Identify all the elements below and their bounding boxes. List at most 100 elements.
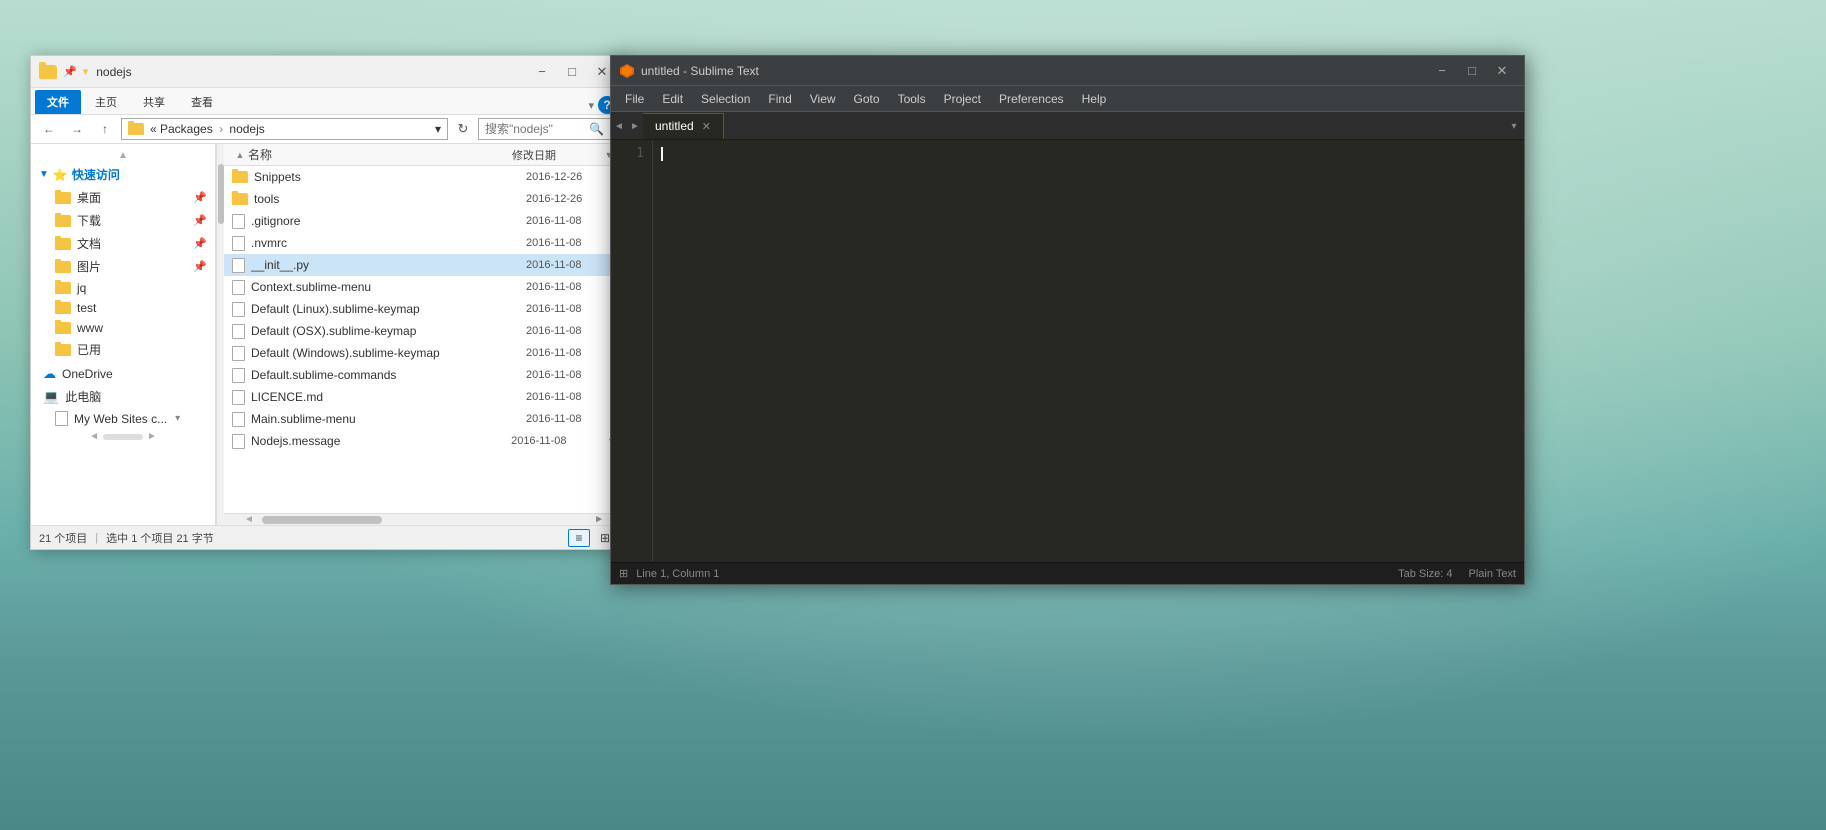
folder-icon <box>55 261 71 273</box>
tab-close-button[interactable]: ✕ <box>702 120 711 133</box>
file-name: Nodejs.message <box>251 434 505 448</box>
column-name[interactable]: 名称 <box>248 146 512 163</box>
tab-file[interactable]: 文件 <box>35 90 81 114</box>
file-icon <box>55 411 68 426</box>
minimize-button[interactable]: − <box>528 62 556 82</box>
search-icon[interactable]: 🔍 <box>589 122 604 136</box>
file-row-tools[interactable]: tools 2016-12-26 <box>224 188 624 210</box>
sidebar-item-jq[interactable]: jq <box>31 278 215 298</box>
status-position[interactable]: Line 1, Column 1 <box>636 568 719 580</box>
scroll-left-icon[interactable]: ◄ <box>89 431 99 443</box>
file-row-osx-keymap[interactable]: Default (OSX).sublime-keymap 2016-11-08 <box>224 320 624 342</box>
sublime-close-button[interactable]: ✕ <box>1488 61 1516 81</box>
file-date: 2016-11-08 <box>526 237 616 249</box>
tab-dropdown[interactable]: ▾ <box>1504 113 1524 139</box>
sidebar-item-documents[interactable]: 文档 📌 <box>31 232 215 255</box>
sidebar-item-www[interactable]: www <box>31 318 215 338</box>
sublime-tabbar: ◄ ► untitled ✕ ▾ <box>611 112 1524 140</box>
horizontal-scrollbar: ◄ ► <box>224 513 624 525</box>
sidebar-scroll-arrows: ◄ ► <box>31 429 215 445</box>
computer-icon: 💻 <box>43 389 59 405</box>
sidebar-quick-access-header[interactable]: ▼ ⭐ 快速访问 <box>31 163 215 186</box>
file-row-licence[interactable]: LICENCE.md 2016-11-08 <box>224 386 624 408</box>
text-cursor <box>661 147 663 161</box>
sidebar-scrollbar <box>216 144 224 525</box>
tab-nav-right[interactable]: ► <box>627 113 643 139</box>
menu-edit[interactable]: Edit <box>654 90 691 108</box>
address-path[interactable]: « Packages › nodejs ▾ <box>121 118 448 140</box>
file-icon <box>232 214 245 229</box>
menu-file[interactable]: File <box>617 90 652 108</box>
file-row-linux-keymap[interactable]: Default (Linux).sublime-keymap 2016-11-0… <box>224 298 624 320</box>
sidebar-item-this-pc[interactable]: 💻 此电脑 <box>31 385 215 408</box>
search-input[interactable] <box>485 122 585 136</box>
sidebar-item-used[interactable]: 已用 <box>31 338 215 361</box>
scroll-right-icon[interactable]: ► <box>147 431 157 443</box>
column-date[interactable]: 修改日期 <box>512 147 602 163</box>
editor-content[interactable] <box>653 140 1524 562</box>
hscroll-thumb[interactable] <box>262 516 382 524</box>
chevron-down-icon[interactable]: ▾ <box>588 99 594 112</box>
file-row-snippets[interactable]: Snippets 2016-12-26 <box>224 166 624 188</box>
menu-help[interactable]: Help <box>1074 90 1115 108</box>
maximize-button[interactable]: □ <box>558 62 586 82</box>
pin-icon: 📌 <box>193 260 207 273</box>
view-list-button[interactable]: ≡ <box>568 529 590 547</box>
file-row-commands[interactable]: Default.sublime-commands 2016-11-08 <box>224 364 624 386</box>
file-row-nvmrc[interactable]: .nvmrc 2016-11-08 <box>224 232 624 254</box>
file-date: 2016-12-26 <box>526 193 616 205</box>
file-row-windows-keymap[interactable]: Default (Windows).sublime-keymap 2016-11… <box>224 342 624 364</box>
file-date: 2016-11-08 <box>511 435 601 447</box>
up-button[interactable]: ↑ <box>93 118 117 140</box>
tab-untitled[interactable]: untitled ✕ <box>643 113 724 139</box>
file-row-main-menu[interactable]: Main.sublime-menu 2016-11-08 <box>224 408 624 430</box>
sublime-statusbar: ⊞ Line 1, Column 1 Tab Size: 4 Plain Tex… <box>611 562 1524 584</box>
file-name: Default (Windows).sublime-keymap <box>251 346 520 360</box>
scrollbar-thumb[interactable] <box>218 164 224 224</box>
file-list-header: ▲ 名称 修改日期 ▼ <box>224 144 624 166</box>
address-bar: ← → ↑ « Packages › nodejs ▾ ↻ 🔍 <box>31 115 624 144</box>
menu-preferences[interactable]: Preferences <box>991 90 1072 108</box>
sublime-app-icon <box>619 63 635 79</box>
sidebar-item-onedrive[interactable]: ☁ OneDrive <box>31 363 215 385</box>
sublime-maximize-button[interactable]: □ <box>1458 61 1486 81</box>
menu-find[interactable]: Find <box>760 90 799 108</box>
back-button[interactable]: ← <box>37 118 61 140</box>
tab-share[interactable]: 共享 <box>131 90 177 114</box>
this-pc-label: 此电脑 <box>65 388 101 405</box>
status-item-count: 21 个项目 <box>39 530 87 546</box>
sidebar-item-downloads[interactable]: 下载 📌 <box>31 209 215 232</box>
scroll-left-icon[interactable]: ◄ <box>244 514 254 525</box>
scroll-right-icon[interactable]: ► <box>594 514 604 525</box>
file-name: Default (OSX).sublime-keymap <box>251 324 520 338</box>
menu-tools[interactable]: Tools <box>890 90 934 108</box>
sidebar-item-desktop[interactable]: 桌面 📌 <box>31 186 215 209</box>
sidebar-item-test[interactable]: test <box>31 298 215 318</box>
sidebar-quick-access: ▼ ⭐ 快速访问 桌面 📌 下载 📌 文档 📌 <box>31 163 215 361</box>
menu-project[interactable]: Project <box>936 90 989 108</box>
forward-button[interactable]: → <box>65 118 89 140</box>
pin-icon: 📌 <box>193 214 207 227</box>
tab-view[interactable]: 查看 <box>179 90 225 114</box>
sublime-minimize-button[interactable]: − <box>1428 61 1456 81</box>
file-row-gitignore[interactable]: .gitignore 2016-11-08 <box>224 210 624 232</box>
tab-nav-left[interactable]: ◄ <box>611 113 627 139</box>
file-date: 2016-11-08 <box>526 347 616 359</box>
tab-home[interactable]: 主页 <box>83 90 129 114</box>
file-date: 2016-11-08 <box>526 303 616 315</box>
menu-goto[interactable]: Goto <box>846 90 888 108</box>
sidebar-item-pictures[interactable]: 图片 📌 <box>31 255 215 278</box>
sidebar-item-web-sites[interactable]: My Web Sites c... ▾ <box>31 408 215 429</box>
menu-selection[interactable]: Selection <box>693 90 758 108</box>
menu-view[interactable]: View <box>802 90 844 108</box>
file-row-nodejs-message[interactable]: Nodejs.message 2016-11-08 ▼ <box>224 430 624 452</box>
status-tab-size[interactable]: Tab Size: 4 <box>1398 568 1452 580</box>
refresh-button[interactable]: ↻ <box>452 118 474 140</box>
file-row-init-py[interactable]: __init__.py 2016-11-08 <box>224 254 624 276</box>
status-syntax[interactable]: Plain Text <box>1469 568 1517 580</box>
file-icon <box>232 434 245 449</box>
file-icon <box>232 302 245 317</box>
file-icon <box>232 346 245 361</box>
web-sites-label: My Web Sites c... <box>74 412 167 426</box>
file-row-context[interactable]: Context.sublime-menu 2016-11-08 <box>224 276 624 298</box>
